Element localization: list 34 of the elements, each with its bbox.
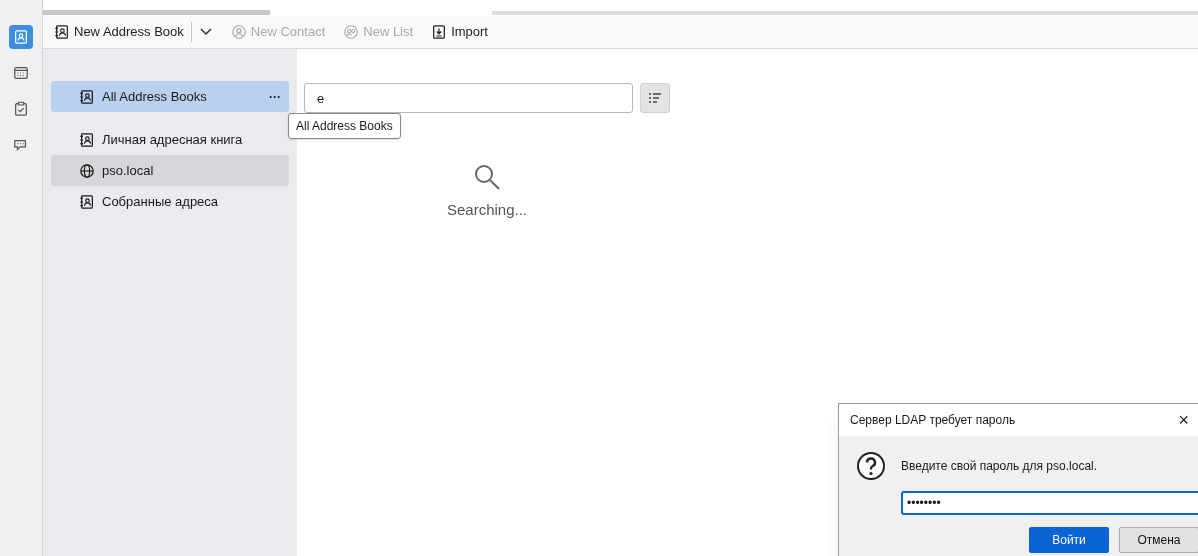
more-button[interactable]: ··· bbox=[269, 87, 281, 106]
import-icon bbox=[431, 24, 448, 40]
address-book-item[interactable]: All Address Books ··· bbox=[51, 81, 289, 112]
address-book-item[interactable]: Личная адресная книга bbox=[51, 124, 289, 155]
address-book-item[interactable]: Собранные адреса bbox=[51, 186, 289, 217]
list-icon bbox=[648, 92, 662, 104]
dialog-title: Сервер LDAP требует пароль bbox=[850, 412, 1017, 429]
dialog-message: Введите свой пароль для pso.local. bbox=[901, 458, 1099, 475]
search-icon bbox=[473, 163, 501, 191]
toolbar-button[interactable]: Import bbox=[428, 19, 491, 45]
close-button[interactable]: × bbox=[1178, 411, 1189, 429]
address-book-icon bbox=[79, 193, 95, 210]
tooltip: All Address Books bbox=[288, 113, 401, 139]
sort-button[interactable] bbox=[640, 83, 670, 113]
chat-icon bbox=[13, 137, 29, 153]
toolbar-button[interactable]: New Address Book bbox=[51, 19, 187, 45]
address-book-icon bbox=[13, 29, 29, 45]
dialog-button[interactable]: Отмена bbox=[1119, 527, 1198, 553]
globe-icon bbox=[79, 162, 95, 179]
question-icon bbox=[856, 451, 886, 481]
search-field[interactable]: e bbox=[304, 83, 633, 113]
people-icon bbox=[343, 24, 360, 40]
dialog-button[interactable]: Войти bbox=[1029, 527, 1109, 553]
address-book-icon bbox=[79, 88, 95, 105]
address-book-icon bbox=[54, 24, 70, 40]
caret-icon bbox=[199, 28, 212, 36]
address-book-item[interactable]: pso.local bbox=[51, 155, 289, 186]
address-book-icon bbox=[79, 131, 95, 148]
password-field[interactable]: •••••••• bbox=[901, 491, 1198, 515]
calendar-icon bbox=[13, 65, 29, 81]
person-icon bbox=[230, 24, 247, 40]
clipboard-icon bbox=[13, 101, 29, 117]
status-text: Searching... bbox=[446, 200, 527, 220]
space-button[interactable] bbox=[9, 25, 33, 49]
